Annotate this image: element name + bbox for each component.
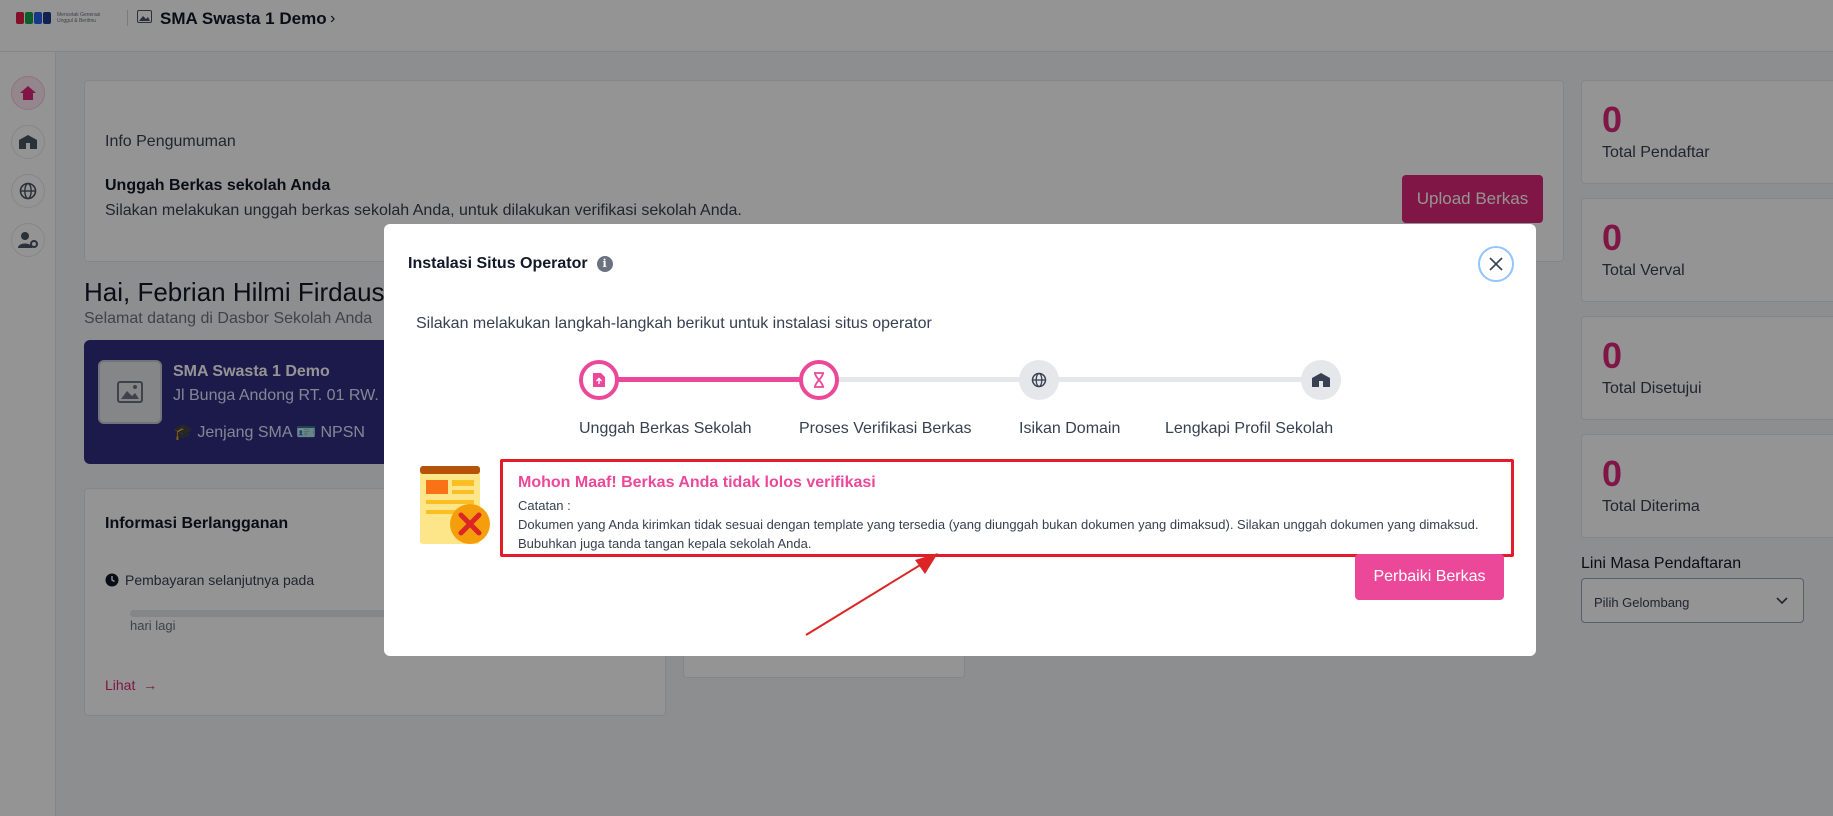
stepper-track-pending [819,377,1341,382]
hourglass-icon [814,372,824,388]
install-stepper: Unggah Berkas Sekolah Proses Verifikasi … [384,354,1536,444]
file-upload-icon [593,373,605,387]
step-3-dot [1019,360,1059,400]
step-3-label: Isikan Domain [1019,420,1121,437]
rejected-document-icon [420,466,490,544]
note-label: Catatan : [518,498,571,513]
step-2-label: Proses Verifikasi Berkas [799,420,972,437]
info-icon[interactable]: i [596,256,613,272]
note-text: Dokumen yang Anda kirimkan tidak sesuai … [518,517,1479,551]
install-operator-modal: Instalasi Situs Operator i Silakan melak… [384,224,1536,656]
close-button[interactable] [1478,246,1514,282]
step-1-label: Unggah Berkas Sekolah [579,420,752,437]
step-4-dot [1301,360,1341,400]
stepper-track-done [599,377,819,382]
modal-title-text: Instalasi Situs Operator [408,255,588,272]
step-2-dot [799,360,839,400]
step-4-label: Lengkapi Profil Sekolah [1165,420,1334,437]
annotation-arrow [805,553,938,636]
error-title: Mohon Maaf! Berkas Anda tidak lolos veri… [518,474,876,491]
modal-description: Silakan melakukan langkah-langkah beriku… [416,315,932,332]
perbaiki-berkas-button[interactable]: Perbaiki Berkas [1355,554,1504,600]
globe-icon [1031,372,1047,388]
modal-title: Instalasi Situs Operator i [408,255,613,273]
step-1-dot [579,360,619,400]
verification-error-box: Mohon Maaf! Berkas Anda tidak lolos veri… [500,459,1514,557]
school-icon [1312,373,1330,387]
close-icon [1489,257,1503,271]
